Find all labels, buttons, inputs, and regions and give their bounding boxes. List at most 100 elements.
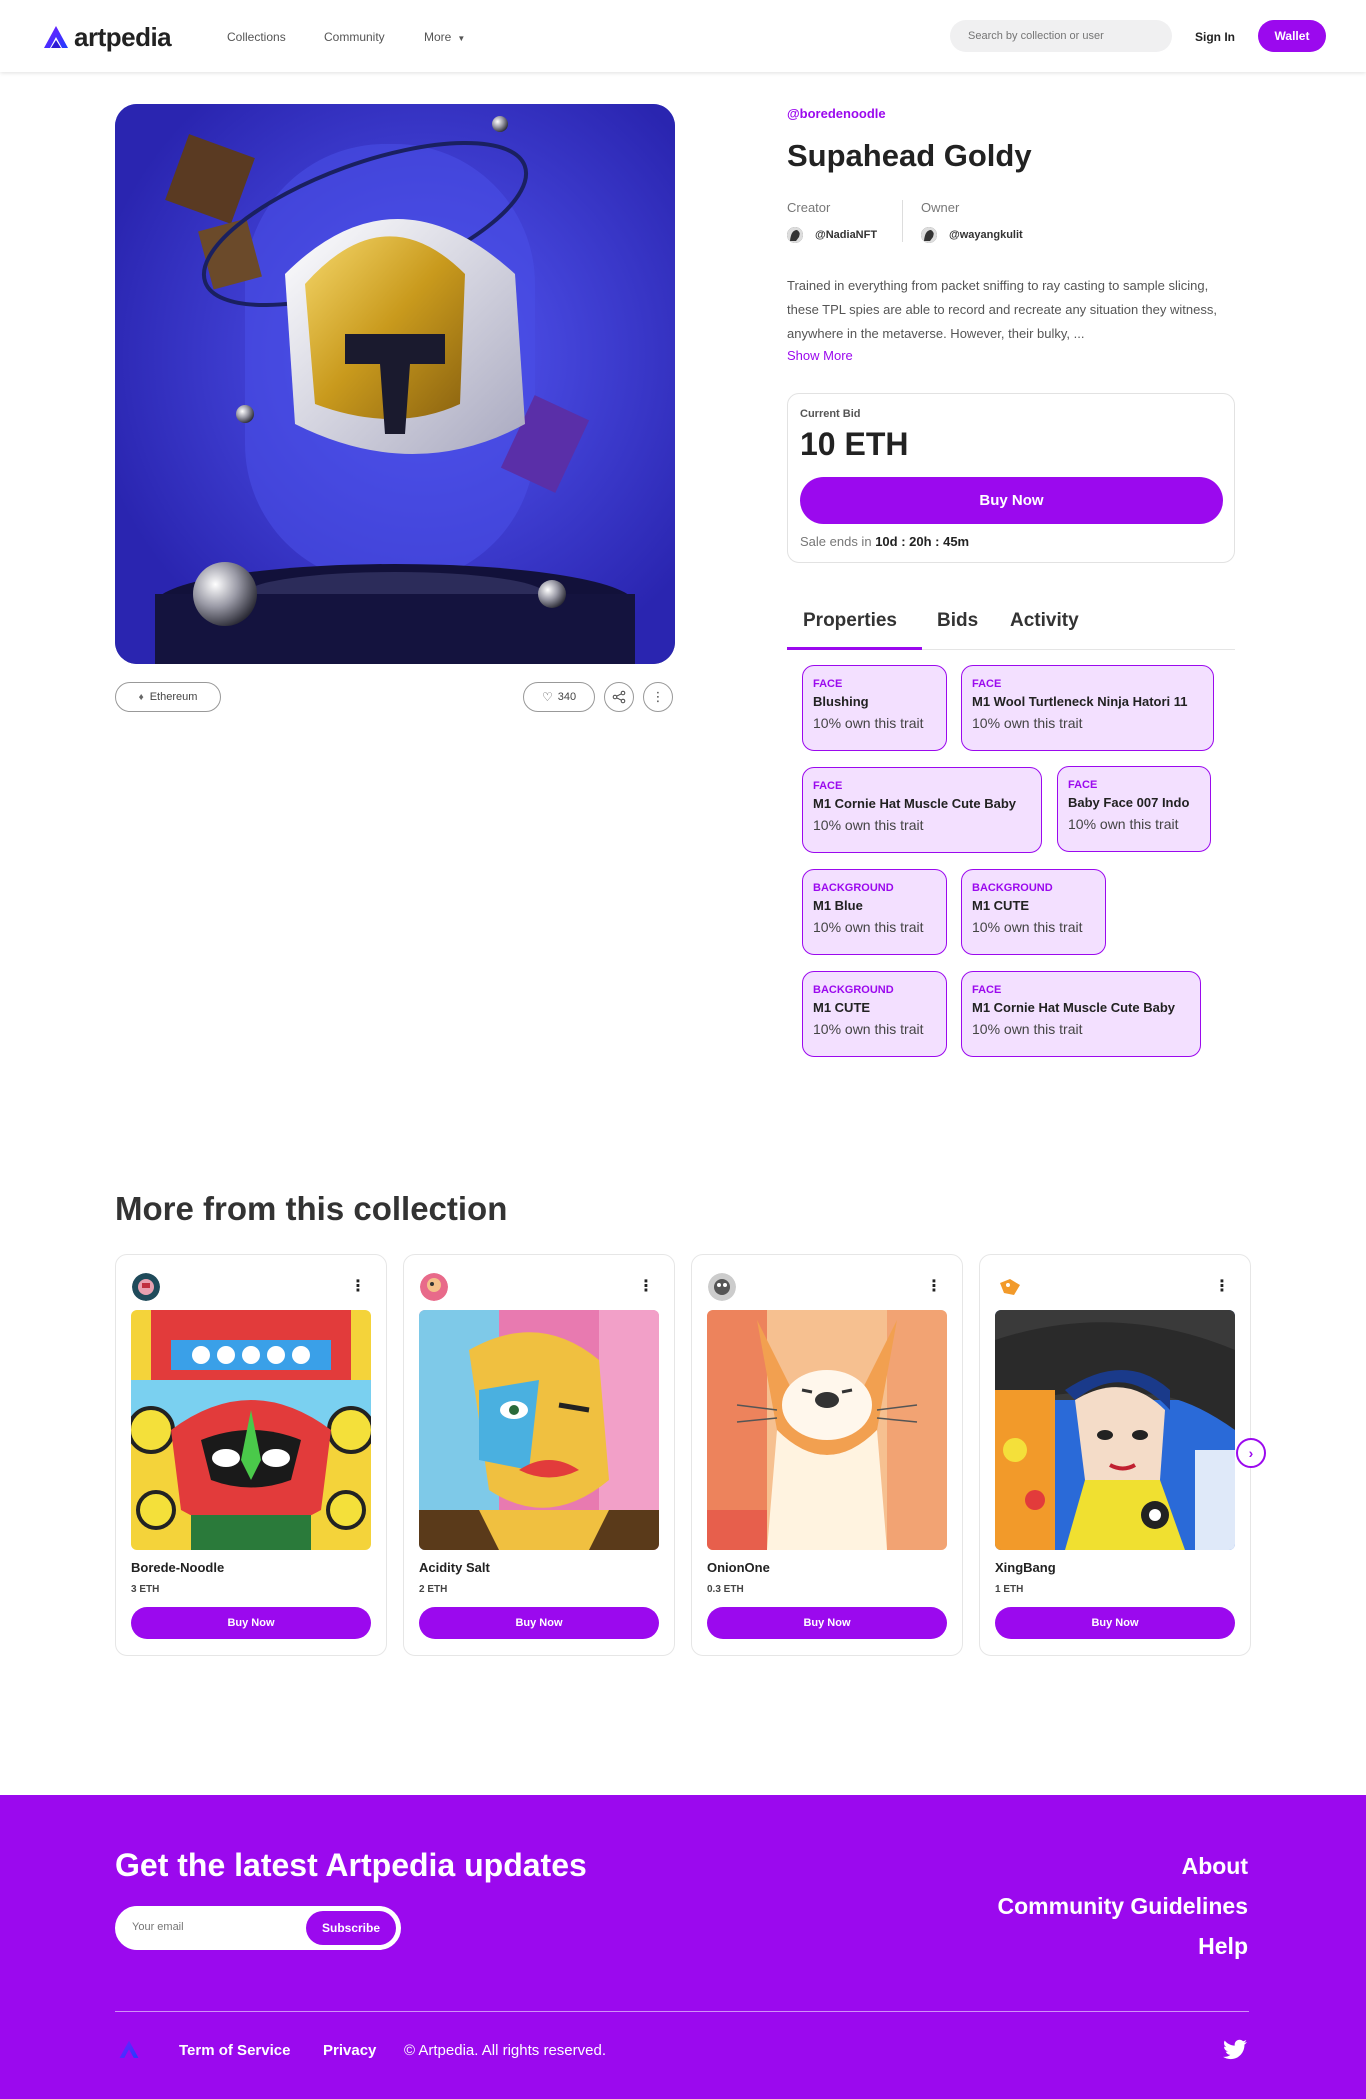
card-title: OnionOne xyxy=(707,1560,770,1575)
privacy-link[interactable]: Privacy xyxy=(323,2042,376,2059)
trait-type: FACE xyxy=(1068,779,1098,791)
nav-community[interactable]: Community xyxy=(324,30,385,44)
trait-type: BACKGROUND xyxy=(813,882,894,894)
like-count: 340 xyxy=(557,691,577,703)
trait-name: M1 Cornie Hat Muscle Cute Baby xyxy=(972,1000,1175,1015)
trait-type: FACE xyxy=(972,984,1002,996)
footer-link-help[interactable]: Help xyxy=(1198,1933,1248,1960)
avatar[interactable] xyxy=(132,1273,160,1301)
newsletter-title: Get the latest Artpedia updates xyxy=(115,1847,587,1883)
more-vertical-icon[interactable]: ⋮ xyxy=(350,1277,366,1297)
twitter-icon[interactable] xyxy=(1222,2037,1248,2063)
more-vertical-icon[interactable]: ⋮ xyxy=(926,1277,942,1297)
trait-type: FACE xyxy=(813,780,843,792)
wallet-button[interactable]: Wallet xyxy=(1258,20,1326,52)
nft-artwork xyxy=(115,104,675,664)
creator-label: Creator xyxy=(787,200,831,215)
carousel-next-button[interactable]: › xyxy=(1236,1438,1266,1468)
trait-rarity: 10% own this trait xyxy=(1068,816,1179,832)
card-title: Borede-Noodle xyxy=(131,1560,225,1575)
avatar xyxy=(921,227,937,243)
card-price: 1 ETH xyxy=(995,1584,1024,1595)
trait-card[interactable]: FACE M1 Cornie Hat Muscle Cute Baby 10% ow… xyxy=(802,767,1042,853)
card-title: Acidity Salt xyxy=(419,1560,490,1575)
card-image[interactable] xyxy=(995,1310,1235,1550)
nft-image[interactable] xyxy=(115,104,675,664)
sale-ends: Sale ends in 10d : 20h : 45m xyxy=(800,534,969,549)
ethereum-icon: ♦ xyxy=(138,691,144,703)
card-buy-button[interactable]: Buy Now xyxy=(707,1607,947,1639)
card-image[interactable] xyxy=(131,1310,371,1550)
trait-card[interactable]: FACE Blushing 10% own this trait xyxy=(802,665,947,751)
card-image[interactable] xyxy=(419,1310,659,1550)
brand-logo[interactable]: artpedia xyxy=(42,22,172,53)
avatar[interactable] xyxy=(420,1273,448,1301)
trait-type: FACE xyxy=(813,678,843,690)
avatar[interactable] xyxy=(708,1273,736,1301)
trait-name: M1 CUTE xyxy=(813,1000,871,1015)
newsletter-form: Subscribe xyxy=(115,1906,401,1950)
terms-link[interactable]: Term of Service xyxy=(179,2042,290,2059)
collection-card[interactable]: ⋮ Acidity Salt 2 ETH Buy Now xyxy=(403,1254,675,1656)
avatar[interactable] xyxy=(996,1273,1024,1301)
trait-type: BACKGROUND xyxy=(813,984,894,996)
card-buy-button[interactable]: Buy Now xyxy=(131,1607,371,1639)
tab-bids[interactable]: Bids xyxy=(937,610,978,632)
share-button[interactable] xyxy=(604,682,634,712)
trait-rarity: 10% own this trait xyxy=(972,919,1083,935)
owner-user[interactable]: @wayangkulit xyxy=(921,227,1023,243)
trait-card[interactable]: FACE Baby Face 007 Indo 10% own this trait xyxy=(1057,766,1211,852)
trait-name: Baby Face 007 Indo xyxy=(1068,795,1190,810)
tab-activity[interactable]: Activity xyxy=(1010,610,1079,632)
buy-now-button[interactable]: Buy Now xyxy=(800,477,1223,524)
role-divider xyxy=(902,200,903,242)
section-title: More from this collection xyxy=(115,1190,508,1227)
more-options-button[interactable]: ⋮ xyxy=(643,682,673,712)
card-price: 3 ETH xyxy=(131,1584,160,1595)
collection-card[interactable]: ⋮ OnionOne 0.3 ETH Buy Now xyxy=(691,1254,963,1656)
card-image[interactable] xyxy=(707,1310,947,1550)
collection-handle[interactable]: @boredenoodle xyxy=(787,106,886,121)
chevron-right-icon: › xyxy=(1248,1445,1254,1461)
logo-icon[interactable] xyxy=(118,2039,140,2061)
subscribe-button[interactable]: Subscribe xyxy=(306,1911,396,1945)
nft-description: Trained in everything from packet sniffi… xyxy=(787,278,1217,341)
chevron-down-icon: ▼ xyxy=(457,34,466,43)
avatar xyxy=(787,227,803,243)
current-bid-value: 10 ETH xyxy=(800,426,909,462)
trait-name: M1 Wool Turtleneck Ninja Hatori 11 xyxy=(972,694,1188,709)
nav-collections[interactable]: Collections xyxy=(227,30,286,44)
trait-card[interactable]: BACKGROUND M1 Blue 10% own this trait xyxy=(802,869,947,955)
trait-rarity: 10% own this trait xyxy=(813,817,924,833)
card-buy-button[interactable]: Buy Now xyxy=(995,1607,1235,1639)
sign-in-link[interactable]: Sign In xyxy=(1195,30,1235,44)
owner-label: Owner xyxy=(921,200,960,215)
nav-more-label: More xyxy=(424,30,452,44)
collection-card[interactable]: ⋮ Borede-Noodle 3 ETH Buy Now xyxy=(115,1254,387,1656)
heart-icon: ♡ xyxy=(541,690,553,704)
email-field[interactable] xyxy=(132,1921,282,1933)
bid-card: Current Bid 10 ETH Buy Now Sale ends in … xyxy=(787,393,1235,563)
trait-type: BACKGROUND xyxy=(972,882,1053,894)
active-tab-indicator xyxy=(787,647,922,650)
collection-card[interactable]: ⋮ XingBang 1 ETH Buy Now xyxy=(979,1254,1251,1656)
card-buy-button[interactable]: Buy Now xyxy=(419,1607,659,1639)
trait-card[interactable]: BACKGROUND M1 CUTE 10% own this trait xyxy=(961,869,1106,955)
like-button[interactable]: ♡ 340 xyxy=(523,682,595,712)
owner-name: @wayangkulit xyxy=(949,229,1023,241)
nav-more[interactable]: More ▼ xyxy=(424,30,465,44)
trait-card[interactable]: FACE M1 Cornie Hat Muscle Cute Baby 10% ow… xyxy=(961,971,1201,1057)
top-header: artpedia Collections Community More ▼ Sig… xyxy=(0,0,1366,72)
tab-properties[interactable]: Properties xyxy=(803,610,897,632)
logo-icon xyxy=(44,25,68,48)
show-more-link[interactable]: Show More xyxy=(787,348,853,363)
more-vertical-icon[interactable]: ⋮ xyxy=(1214,1277,1230,1297)
trait-card[interactable]: BACKGROUND M1 CUTE 10% own this trait xyxy=(802,971,947,1057)
search-input[interactable] xyxy=(950,20,1172,52)
logo-text: artpedia xyxy=(74,22,172,52)
more-vertical-icon[interactable]: ⋮ xyxy=(638,1277,654,1297)
footer-link-about[interactable]: About xyxy=(1182,1853,1248,1880)
footer-link-community-guidelines[interactable]: Community Guidelines xyxy=(998,1893,1248,1920)
trait-card[interactable]: FACE M1 Wool Turtleneck Ninja Hatori 11 10… xyxy=(961,665,1214,751)
creator-user[interactable]: @NadiaNFT xyxy=(787,227,877,243)
